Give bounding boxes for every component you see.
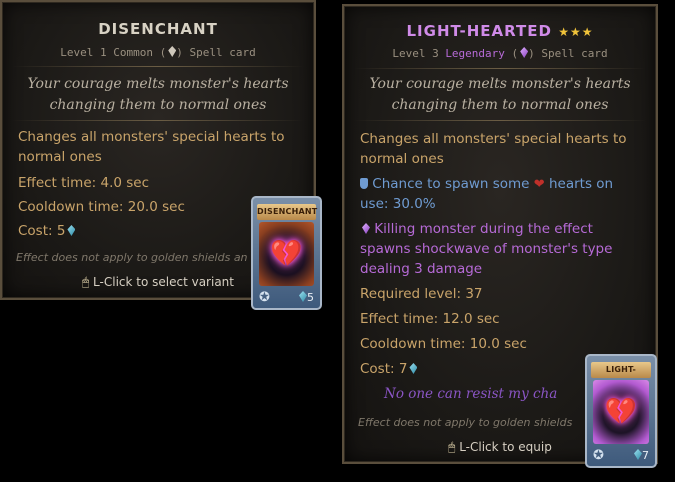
rarity-label: Legendary bbox=[445, 47, 505, 60]
card-art: 💔 bbox=[593, 380, 649, 444]
mana-gem-icon bbox=[299, 291, 307, 302]
card-art: 💔 bbox=[259, 222, 314, 286]
card-subtitle: Level 3 Legendary () Spell card bbox=[392, 47, 608, 60]
chance-line: Chance to spawn some ❤ hearts on bbox=[360, 174, 644, 195]
effect-line: normal ones bbox=[18, 149, 102, 165]
card-banner: DISENCHANT bbox=[257, 204, 317, 220]
broken-heart-icon: 💔 bbox=[604, 397, 638, 427]
broken-heart-icon: 💔 bbox=[270, 239, 303, 269]
effect-line: Changes all monsters' special hearts to bbox=[360, 131, 627, 147]
card-cost: 5 bbox=[297, 291, 314, 304]
separator bbox=[354, 68, 646, 69]
effect-line: normal ones bbox=[360, 151, 444, 167]
separator bbox=[12, 120, 304, 121]
heart-icon: ❤ bbox=[533, 177, 545, 192]
card-cost: 7 bbox=[632, 449, 649, 462]
effect-time: Effect time: 4.0 sec bbox=[18, 175, 150, 191]
effect-time: Effect time: 12.0 sec bbox=[360, 311, 500, 327]
kill-effect-line: Killing monster during the effect bbox=[360, 219, 644, 239]
legendary-gem-icon bbox=[520, 47, 529, 58]
mana-gem-icon bbox=[67, 225, 76, 236]
light-hearted-card[interactable]: LIGHT-HEARTED 💔 ✪ 7 bbox=[585, 354, 657, 468]
pentagram-icon: ✪ bbox=[593, 448, 604, 463]
card-title: DISENCHANT bbox=[98, 20, 218, 38]
legendary-gem-icon bbox=[362, 223, 370, 234]
pentagram-icon: ✪ bbox=[259, 290, 270, 305]
mouse-icon: 🖱 bbox=[448, 440, 456, 454]
required-level: Required level: 37 bbox=[360, 286, 483, 302]
effect-line: Changes all monsters' special hearts to bbox=[18, 129, 285, 145]
mana-gem-icon bbox=[409, 363, 418, 374]
mana-gem-icon bbox=[634, 449, 642, 460]
cooldown-time: Cooldown time: 10.0 sec bbox=[360, 336, 527, 352]
kill-effect-line: dealing 3 damage bbox=[360, 261, 483, 277]
card-banner: LIGHT-HEARTED bbox=[591, 362, 651, 390]
shield-icon bbox=[360, 178, 368, 189]
separator bbox=[354, 120, 646, 121]
rank-stars-icon: ★★★ bbox=[558, 25, 594, 39]
mouse-icon: 🖱 bbox=[82, 275, 90, 289]
disenchant-card[interactable]: DISENCHANT 💔 ✪ 5 bbox=[251, 196, 322, 310]
card-subtitle: Level 1 Common () Spell card bbox=[60, 46, 256, 59]
card-title: LIGHT-HEARTED ★★★ bbox=[406, 22, 594, 40]
flavor-text: Your courage melts monster's hearts chan… bbox=[27, 76, 289, 113]
kill-effect-line: spawns shockwave of monster's type bbox=[360, 241, 613, 257]
flavor-text: Your courage melts monster's hearts chan… bbox=[369, 76, 631, 113]
chance-line: use: 30.0% bbox=[360, 196, 436, 212]
separator bbox=[12, 66, 304, 67]
